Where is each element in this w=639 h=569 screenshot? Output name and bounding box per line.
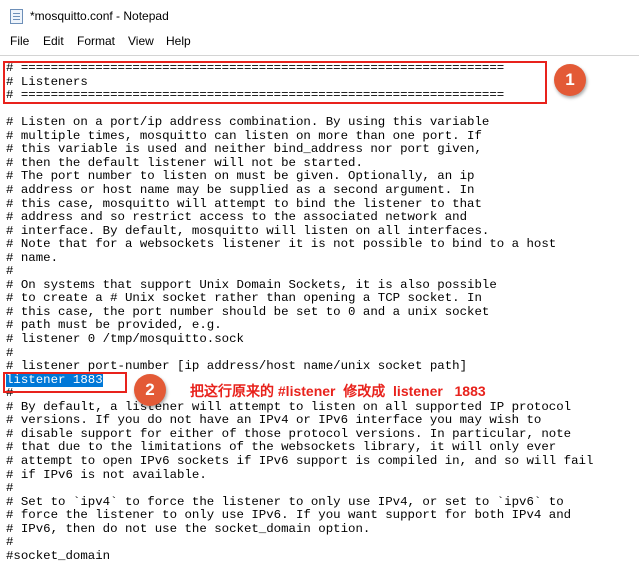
- editor-line-text: # then the default listener will not be …: [6, 156, 363, 170]
- text-editor[interactable]: # ======================================…: [6, 62, 639, 569]
- editor-line-text: # versions. If you do not have an IPv4 o…: [6, 413, 542, 427]
- editor-line-text: # this variable is used and neither bind…: [6, 142, 482, 156]
- title-bar: *mosquitto.conf - Notepad: [0, 0, 639, 30]
- editor-line[interactable]: # address or host name may be supplied a…: [6, 184, 474, 197]
- editor-line-text: # Listen on a port/ip address combinatio…: [6, 115, 490, 129]
- editor-line[interactable]: # this variable is used and neither bind…: [6, 143, 482, 156]
- highlight-box-listener-line: [3, 372, 127, 393]
- editor-line[interactable]: #: [6, 482, 13, 495]
- editor-line-text: #socket_domain: [6, 549, 111, 563]
- highlight-box-listeners-header: [3, 61, 547, 104]
- editor-line-text: # disable support for either of those pr…: [6, 427, 572, 441]
- editor-line-text: # By default, a listener will attempt to…: [6, 400, 572, 414]
- editor-line[interactable]: # The port number to listen on must be g…: [6, 170, 474, 183]
- editor-line-text: # Set to `ipv4` to force the listener to…: [6, 495, 564, 509]
- editor-line[interactable]: #socket_domain: [6, 550, 110, 563]
- editor-line-text: # path must be provided, e.g.: [6, 318, 222, 332]
- menu-divider: [0, 55, 639, 56]
- editor-line[interactable]: # Listen on a port/ip address combinatio…: [6, 116, 489, 129]
- menu-file[interactable]: File: [10, 34, 29, 48]
- editor-line-text: # Note that for a websockets listener it…: [6, 237, 557, 251]
- menu-edit[interactable]: Edit: [43, 34, 64, 48]
- editor-line[interactable]: #: [6, 265, 13, 278]
- editor-line-text: # that due to the limitations of the web…: [6, 440, 557, 454]
- editor-line-text: #: [6, 535, 14, 549]
- editor-line[interactable]: # versions. If you do not have an IPv4 o…: [6, 414, 541, 427]
- editor-line[interactable]: # to create a # Unix socket rather than …: [6, 292, 482, 305]
- editor-line[interactable]: # address and so restrict access to the …: [6, 211, 467, 224]
- editor-line-text: # if IPv6 is not available.: [6, 468, 207, 482]
- editor-line-text: # address and so restrict access to the …: [6, 210, 468, 224]
- menu-help[interactable]: Help: [166, 34, 191, 48]
- editor-line-text: #: [6, 481, 14, 495]
- step-1-badge: 1: [554, 64, 586, 96]
- editor-line-text: # listener 0 /tmp/mosquitto.sock: [6, 332, 244, 346]
- menu-format[interactable]: Format: [77, 34, 115, 48]
- editor-line-text: # multiple times, mosquitto can listen o…: [6, 129, 482, 143]
- editor-line-text: # this case, the port number should be s…: [6, 305, 490, 319]
- editor-line-text: # On systems that support Unix Domain So…: [6, 278, 497, 292]
- editor-line-text: # attempt to open IPv6 sockets if IPv6 s…: [6, 454, 594, 468]
- editor-line[interactable]: # path must be provided, e.g.: [6, 319, 222, 332]
- editor-line[interactable]: # IPv6, then do not use the socket_domai…: [6, 523, 370, 536]
- editor-line[interactable]: # Note that for a websockets listener it…: [6, 238, 556, 251]
- editor-line-text: # address or host name may be supplied a…: [6, 183, 475, 197]
- editor-line[interactable]: # force the listener to only use IPv6. I…: [6, 509, 571, 522]
- editor-line[interactable]: # that due to the limitations of the web…: [6, 441, 556, 454]
- editor-line[interactable]: # name.: [6, 252, 58, 265]
- editor-line-text: # The port number to listen on must be g…: [6, 169, 475, 183]
- editor-line[interactable]: # listener 0 /tmp/mosquitto.sock: [6, 333, 244, 346]
- step-2-badge: 2: [134, 374, 166, 406]
- editor-line[interactable]: # if IPv6 is not available.: [6, 469, 207, 482]
- editor-line-text: # interface. By default, mosquitto will …: [6, 224, 490, 238]
- window-title: *mosquitto.conf - Notepad: [30, 9, 169, 23]
- instruction-annotation: 把这行原来的 #listener 修改成 listener 1883: [190, 383, 486, 399]
- editor-line[interactable]: # attempt to open IPv6 sockets if IPv6 s…: [6, 455, 593, 468]
- editor-line-text: # force the listener to only use IPv6. I…: [6, 508, 572, 522]
- editor-line-text: #: [6, 346, 14, 360]
- editor-line-text: # name.: [6, 251, 59, 265]
- editor-line-text: # IPv6, then do not use the socket_domai…: [6, 522, 371, 536]
- editor-line-text: # listener port-number [ip address/host …: [6, 359, 468, 373]
- menu-bar: File Edit Format View Help: [0, 31, 639, 51]
- editor-line-text: # to create a # Unix socket rather than …: [6, 291, 482, 305]
- editor-line[interactable]: #: [6, 536, 13, 549]
- editor-line-text: #: [6, 264, 14, 278]
- editor-line-text: # this case, mosquitto will attempt to b…: [6, 197, 482, 211]
- menu-view[interactable]: View: [128, 34, 154, 48]
- notepad-icon: [10, 9, 23, 24]
